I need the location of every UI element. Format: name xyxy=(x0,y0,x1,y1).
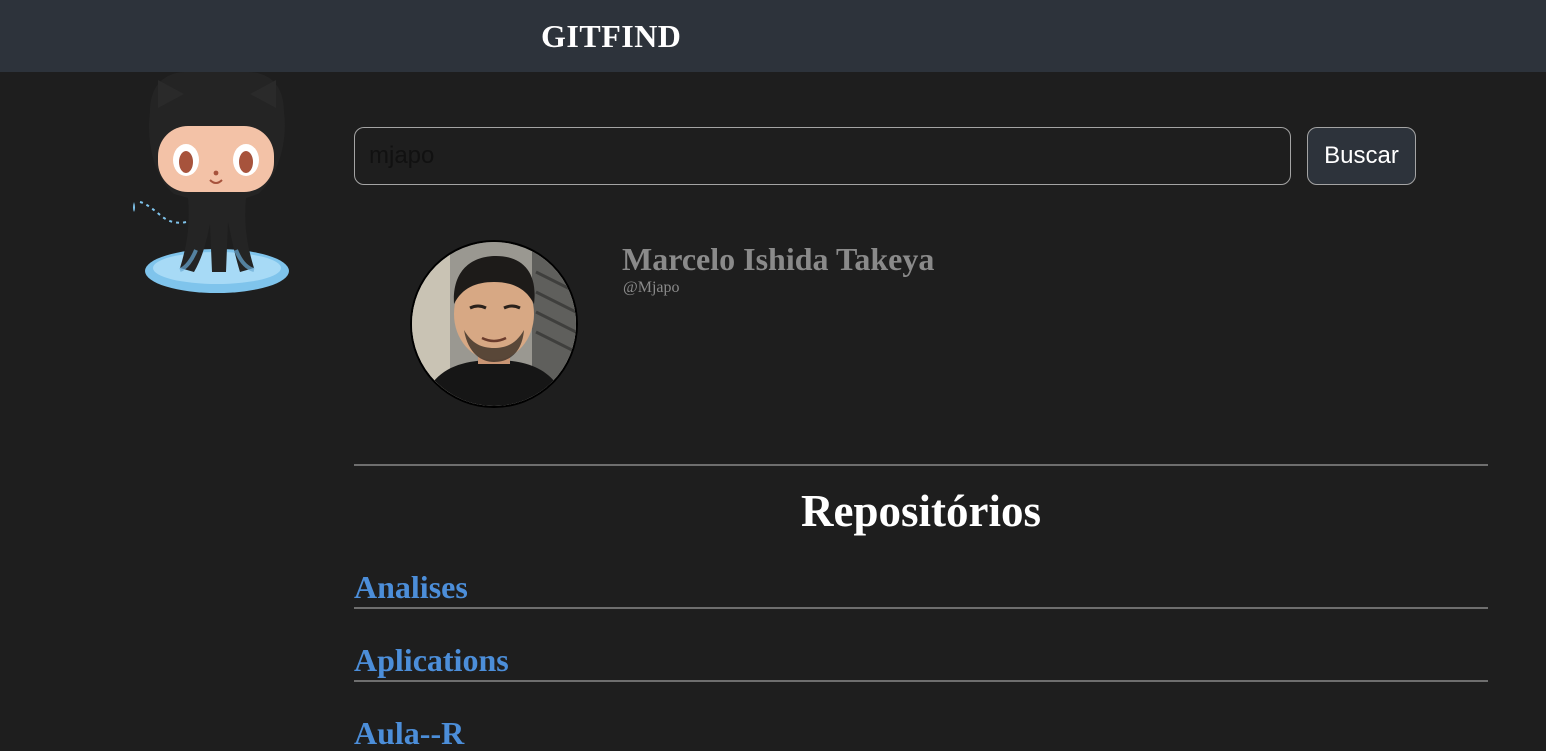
list-item: Aplications xyxy=(354,611,1488,682)
section-divider xyxy=(354,464,1488,466)
profile-name: Marcelo Ishida Takeya xyxy=(622,241,935,277)
search-button[interactable]: Buscar xyxy=(1307,127,1416,185)
list-item: Aula--R xyxy=(354,684,1488,751)
search-input[interactable] xyxy=(354,127,1291,185)
profile-login: @Mjapo xyxy=(623,279,680,296)
repository-link[interactable]: Analises xyxy=(354,569,468,605)
repository-link[interactable]: Aula--R xyxy=(354,715,464,751)
repositories-title: Repositórios xyxy=(801,486,1041,536)
repository-list: Analises Aplications Aula--R xyxy=(354,568,1488,751)
list-item: Analises xyxy=(354,568,1488,609)
app-title: GITFIND xyxy=(541,18,682,54)
app-header: GITFIND xyxy=(0,0,1546,72)
octocat-mascot-icon xyxy=(128,72,298,300)
avatar xyxy=(410,240,578,408)
repository-link[interactable]: Aplications xyxy=(354,642,509,678)
